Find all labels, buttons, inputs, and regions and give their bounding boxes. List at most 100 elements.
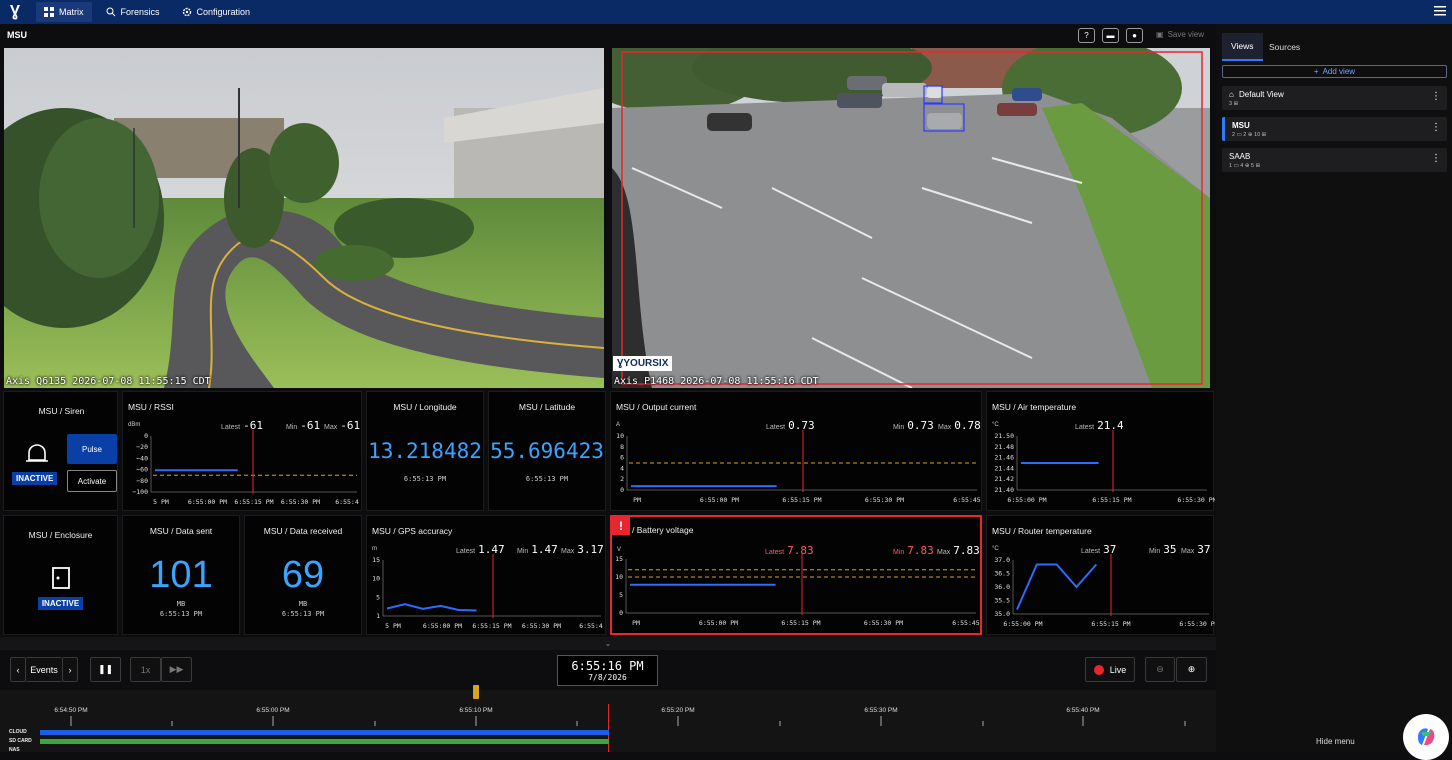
y-tick-label: 1: [376, 612, 380, 620]
app-logo[interactable]: Ɣ: [0, 0, 30, 24]
data-sent-time: 6:55:13 PM: [159, 610, 203, 618]
layout-button[interactable]: ▬: [1102, 28, 1119, 43]
view-item-msu[interactable]: MSU 2 ▭ 2 ⊕ 10 ⊞ ⋮: [1222, 117, 1447, 141]
y-tick-label: 5: [376, 593, 380, 601]
zoom-in-button[interactable]: ⊕: [1176, 657, 1207, 682]
pulse-button[interactable]: Pulse: [67, 434, 117, 464]
live-dot-icon: [1093, 664, 1104, 675]
page-title: MSU: [7, 30, 27, 40]
hide-menu-button[interactable]: Hide menu: [1316, 737, 1355, 746]
zoom-out-icon: ⊖: [1156, 664, 1164, 674]
y-tick-label: 0: [144, 432, 148, 440]
battery-widget: ! / Battery voltage V Latest 7.83 Min 7.83…: [610, 515, 982, 635]
tab-configuration[interactable]: Configuration: [174, 2, 259, 22]
view-meta: 1 ▭ 4 ⊕ 5 ⊞: [1229, 163, 1261, 169]
x-tick-label: 5 PM: [153, 498, 169, 506]
activate-button[interactable]: Activate: [67, 470, 117, 492]
add-view-button[interactable]: + Add view: [1222, 65, 1447, 78]
view-item-default[interactable]: ⌂ Default View 3 ⊞ ⋮: [1222, 86, 1447, 110]
next-event-button[interactable]: ›: [62, 657, 78, 682]
data-received-value: 69: [281, 554, 325, 596]
playback-time: 6:55:16 PM: [571, 659, 644, 673]
x-tick-label: 6:55:30 PM: [281, 498, 320, 506]
camera-1-caption: Axis Q6135 2026-07-08 11:55:15 CDT: [6, 376, 211, 387]
y-tick-label: 6: [620, 454, 624, 462]
more-options-icon[interactable]: ⋮: [1431, 153, 1441, 164]
series-line: [386, 603, 477, 612]
x-tick-label: 6:55:15 PM: [1091, 620, 1130, 628]
search-list-icon: [106, 7, 115, 17]
y-tick-label: −60: [136, 466, 148, 474]
playhead[interactable]: [608, 704, 609, 752]
zoom-in-icon: ⊕: [1187, 664, 1196, 674]
y-tick-label: 21.50: [994, 432, 1014, 440]
event-marker-icon[interactable]: [473, 685, 479, 699]
siren-status-badge: INACTIVE: [12, 472, 58, 485]
x-tick-label: 6:55:00 PM: [1007, 496, 1046, 504]
battery-chart: 15 10 5 0 PM 6:55:00 PM 6:55:15 PM 6:55:30 PM 6:…: [615, 553, 980, 627]
playback-clock[interactable]: 6:55:16 PM 7/8/2026: [557, 655, 658, 686]
output-current-chart: 10 8 6 4 2 0 PM 6:55:00 PM 6:55:15 PM 6:55:30 PM 6…: [616, 430, 981, 504]
speed-button[interactable]: 1x: [130, 657, 161, 682]
tab-sources[interactable]: Sources: [1260, 33, 1309, 61]
tab-forensics[interactable]: Forensics: [98, 2, 168, 22]
x-tick-label: 6:55:15 PM: [234, 498, 273, 506]
y-tick-label: 10: [616, 432, 624, 440]
hamburger-menu-icon[interactable]: [1434, 5, 1446, 17]
camera-feed-2[interactable]: ƔYOURSIX Axis P1468 2026-07-08 11:55:16 …: [612, 48, 1210, 388]
siren-widget: MSU / Siren INACTIVE Pulse Activate: [3, 391, 118, 511]
y-tick-label: −20: [136, 443, 148, 451]
timeline-tick-label: 6:55:20 PM: [661, 707, 695, 714]
latitude-time: 6:55:13 PM: [525, 475, 569, 483]
home-icon: ⌂: [1229, 90, 1234, 99]
camera-feed-1[interactable]: Axis Q6135 2026-07-08 11:55:15 CDT: [4, 48, 604, 388]
help-button[interactable]: ?: [1078, 28, 1095, 43]
assistant-icon: [1418, 728, 1435, 746]
y-tick-label: −80: [136, 477, 148, 485]
y-tick-label: 36.0: [994, 583, 1010, 591]
save-icon: ▣: [1156, 30, 1164, 39]
more-options-icon[interactable]: ⋮: [1431, 122, 1441, 133]
speed-label: 1x: [140, 664, 151, 675]
collapse-widgets-button[interactable]: ⌄: [0, 637, 1216, 650]
assistant-button[interactable]: [1403, 714, 1449, 760]
pause-button[interactable]: ❚❚: [90, 657, 121, 682]
air-temp-chart: 21.50 21.48 21.46 21.44 21.42 21.40 6:55:00 PM…: [994, 430, 1215, 504]
live-button[interactable]: Live: [1085, 657, 1135, 682]
gear-icon: [182, 7, 191, 17]
save-view-button[interactable]: ▣ Save view: [1156, 30, 1204, 39]
snapshot-button[interactable]: ●: [1126, 28, 1143, 43]
y-tick-label: 36.5: [994, 570, 1010, 578]
playback-date: 7/8/2026: [588, 673, 627, 682]
views-sidebar: Views Sources + Add view ⌂ Default View …: [1216, 24, 1452, 760]
y-tick-label: −100: [132, 488, 148, 496]
gps-widget: MSU / GPS accuracy m Latest 1.47 Min 1.47 …: [366, 515, 606, 635]
tab-matrix[interactable]: Matrix: [36, 2, 92, 22]
view-meta: 2 ▭ 2 ⊕ 10 ⊞: [1232, 132, 1267, 138]
more-options-icon[interactable]: ⋮: [1431, 91, 1441, 102]
x-tick-label: PM: [632, 619, 640, 627]
output-current-widget: MSU / Output current A Latest 0.73 Min 0.7…: [610, 391, 982, 511]
events-button[interactable]: Events: [26, 657, 62, 682]
fast-forward-button[interactable]: ▶▶: [161, 657, 192, 682]
sd-card-recording-bar[interactable]: [40, 739, 609, 744]
x-tick-label: 6:55:00 PM: [423, 622, 462, 630]
enclosure-status-badge: INACTIVE: [37, 597, 84, 610]
timeline[interactable]: 6:54:50 PM 6:55:00 PM 6:55:10 PM 6:55:20…: [0, 685, 1216, 753]
x-tick-label: 6:55:15 PM: [1092, 496, 1131, 504]
y-tick-label: 0: [620, 486, 624, 494]
view-name: Default View: [1239, 90, 1284, 99]
chevron-left-icon: ‹: [16, 664, 20, 675]
view-item-saab[interactable]: SAAB 1 ▭ 4 ⊕ 5 ⊞ ⋮: [1222, 148, 1447, 172]
y-tick-label: 21.44: [994, 464, 1014, 472]
cloud-recording-bar[interactable]: [40, 730, 609, 735]
prev-event-button[interactable]: ‹: [10, 657, 26, 682]
timeline-tick-label: 6:55:30 PM: [864, 707, 898, 714]
data-received-widget: MSU / Data received 69 MB 6:55:13 PM: [244, 515, 362, 635]
x-tick-label: 6:55:30 PM: [864, 619, 903, 627]
rssi-chart: 0 −20 −40 −60 −80 −100 5 PM 6:55:00 PM 6:55:15 P…: [132, 430, 359, 506]
zoom-out-button[interactable]: ⊖: [1145, 657, 1175, 682]
x-tick-label: 6:55:4: [579, 622, 603, 630]
tab-views[interactable]: Views: [1222, 33, 1263, 61]
gps-chart: 15 10 5 1 5 PM 6:55:00 PM 6:55:15 PM 6:55:30 PM…: [372, 554, 603, 630]
